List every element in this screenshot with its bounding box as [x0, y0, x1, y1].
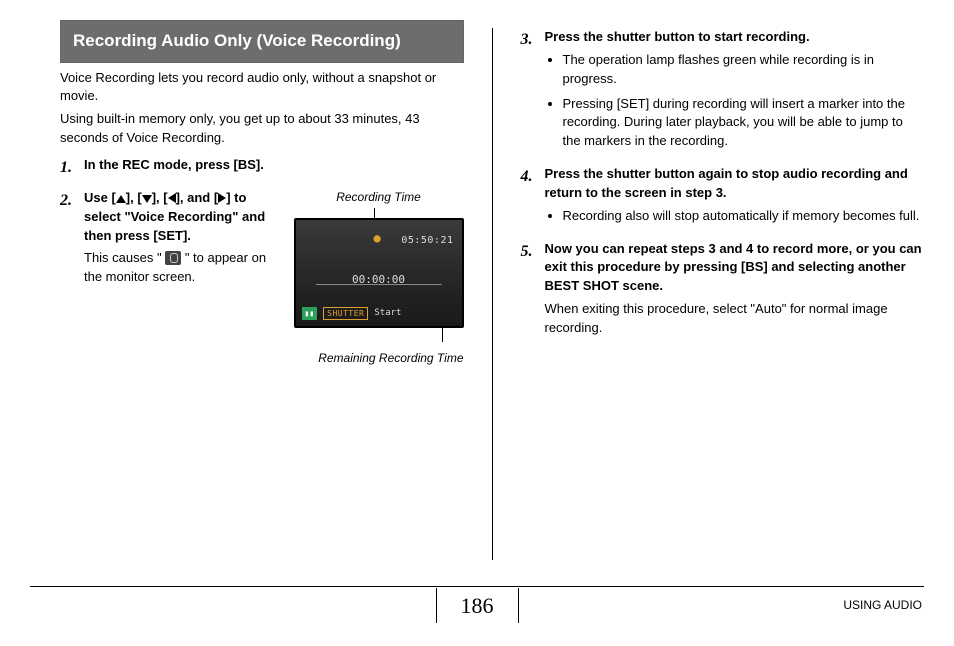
page-number: 186 [436, 588, 519, 624]
screen-mic-icon: ● [374, 230, 381, 247]
steps-right: Press the shutter button to start record… [521, 28, 925, 338]
steps-left: In the REC mode, press [BS]. Use [ ], [],… [60, 156, 464, 368]
step-3-bullet-1: The operation lamp flashes green while r… [563, 51, 925, 89]
step-4: Press the shutter button again to stop a… [521, 165, 925, 226]
figure-label-bottom: Remaining Recording Time [294, 350, 464, 367]
screen-elapsed-time: 00:00:00 [296, 272, 462, 288]
right-arrow-icon [218, 193, 226, 203]
right-column: Press the shutter button to start record… [521, 20, 925, 560]
column-divider [492, 28, 493, 560]
figure: Recording Time ● 05:50:21 00:00:00 ▮▮ SH… [294, 189, 464, 368]
intro-2: Using built-in memory only, you get up t… [60, 110, 464, 148]
step-2-title: Use [], [], [], and [] to select "Voice … [84, 190, 265, 243]
pointer-line-bottom [442, 328, 443, 342]
camera-screen: ● 05:50:21 00:00:00 ▮▮ SHUTTER Start [294, 218, 464, 328]
step-3: Press the shutter button to start record… [521, 28, 925, 151]
screen-start-label: Start [374, 307, 401, 320]
microphone-icon [165, 251, 181, 265]
section-header: Recording Audio Only (Voice Recording) [60, 20, 464, 63]
step2-body-a: This causes " [84, 250, 165, 265]
step2-m3: ], and [ [176, 190, 219, 205]
step-5-title: Now you can repeat steps 3 and 4 to reco… [545, 241, 922, 294]
screen-chip-icon: ▮▮ [302, 307, 318, 321]
page-body: Recording Audio Only (Voice Recording) V… [0, 0, 954, 560]
step-2: Use [], [], [], and [] to select "Voice … [60, 189, 464, 368]
down-arrow-icon [142, 195, 152, 203]
figure-label-top: Recording Time [294, 189, 464, 206]
left-column: Recording Audio Only (Voice Recording) V… [60, 20, 464, 560]
footer-label: USING AUDIO [843, 597, 922, 614]
step2-m1: ], [ [126, 190, 142, 205]
screen-shutter-label: SHUTTER [323, 307, 368, 321]
step-3-bullet-2: Pressing [SET] during recording will ins… [563, 95, 925, 152]
screen-remaining-time: 05:50:21 [401, 234, 453, 249]
step-4-bullet-1: Recording also will stop automatically i… [563, 207, 925, 226]
step-1: In the REC mode, press [BS]. [60, 156, 464, 175]
step-5-body: When exiting this procedure, select "Aut… [545, 300, 925, 338]
step2-m2: ], [ [152, 190, 168, 205]
step-3-sub: The operation lamp flashes green while r… [545, 51, 925, 151]
pointer-line-top [374, 208, 375, 218]
step-5: Now you can repeat steps 3 and 4 to reco… [521, 240, 925, 338]
step-3-title: Press the shutter button to start record… [545, 29, 810, 44]
step-4-sub: Recording also will stop automatically i… [545, 207, 925, 226]
intro-1: Voice Recording lets you record audio on… [60, 69, 464, 107]
screen-divider [316, 284, 442, 285]
page-footer: 186 USING AUDIO [30, 586, 924, 626]
step-4-title: Press the shutter button again to stop a… [545, 166, 908, 200]
step2-pre: Use [ [84, 190, 116, 205]
left-arrow-icon [168, 193, 176, 203]
up-arrow-icon [116, 195, 126, 203]
step-2-body: This causes " " to appear on the monitor… [84, 249, 284, 287]
step-1-title: In the REC mode, press [BS]. [84, 157, 264, 172]
